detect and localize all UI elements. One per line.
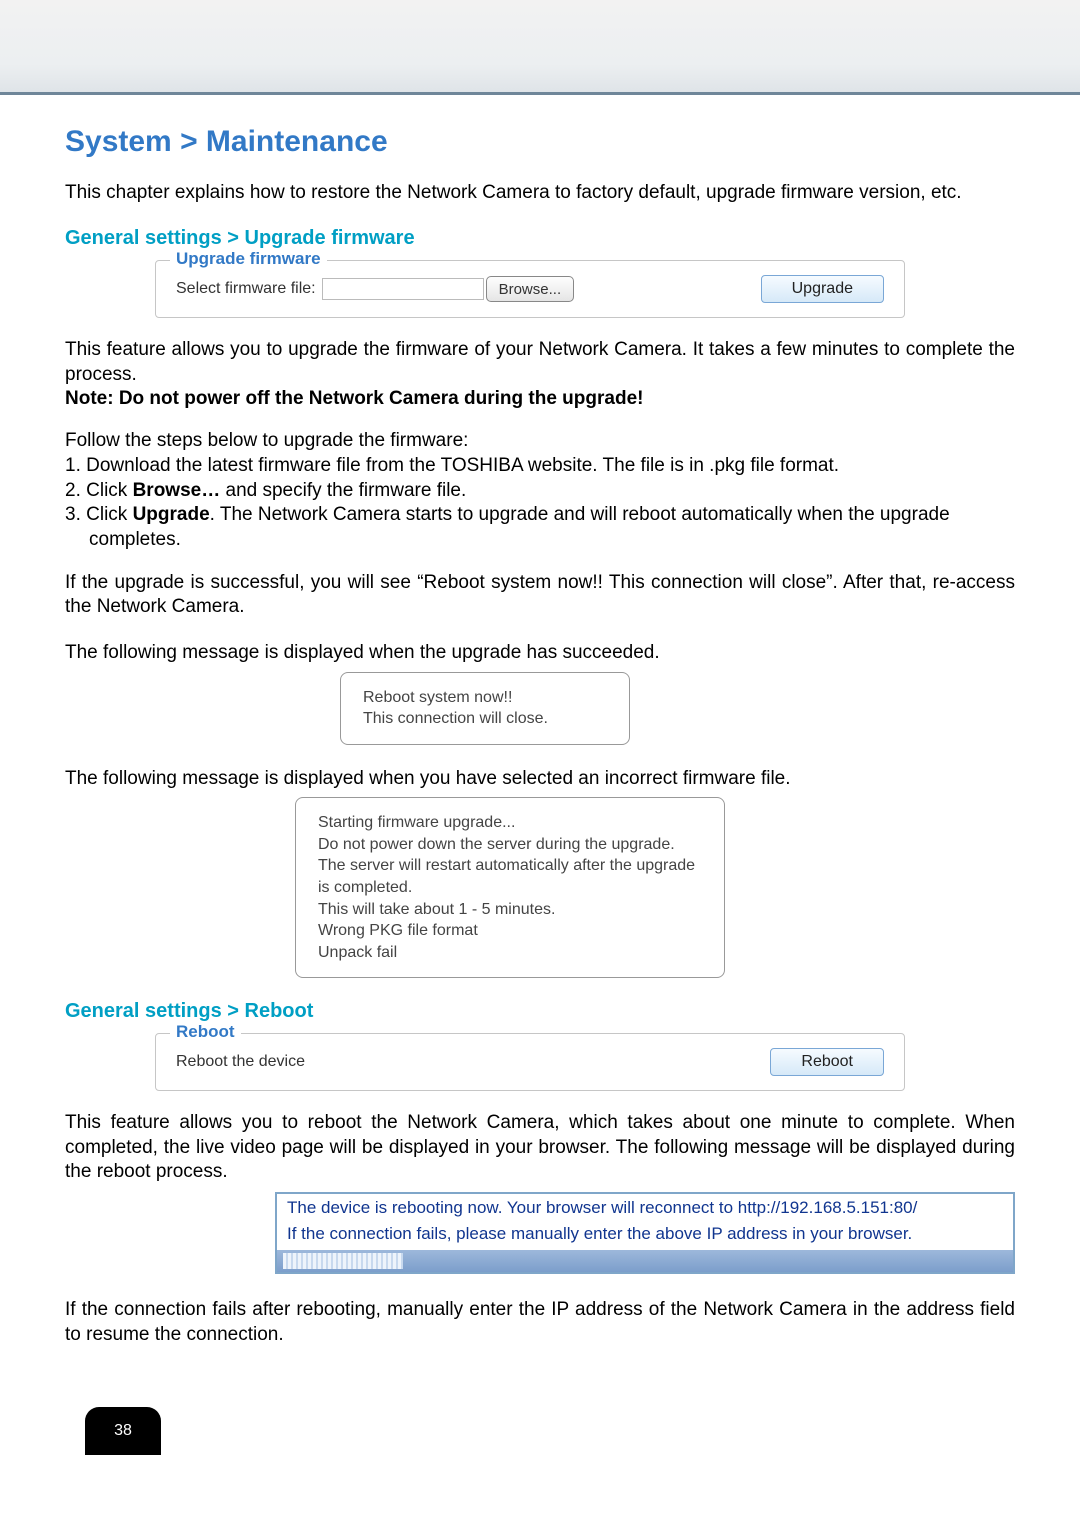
reboot-label: Reboot the device (176, 1053, 305, 1071)
upgrade-steps: Follow the steps below to upgrade the fi… (65, 429, 1015, 552)
wrong-l2: Do not power down the server during the … (318, 834, 702, 856)
succeeded-msgbox: Reboot system now!! This connection will… (340, 672, 630, 745)
step-3: 3. Click Upgrade. The Network Camera sta… (65, 503, 1015, 528)
succeeded-l1: Reboot system now!! (363, 687, 607, 709)
section-head-reboot: General settings > Reboot (65, 1000, 1015, 1023)
step-3-c: . The Network Camera starts to upgrade a… (210, 504, 950, 525)
upgrade-row: Select firmware file: Browse... Upgrade (176, 275, 884, 303)
wrong-msgbox: Starting firmware upgrade... Do not powe… (295, 797, 725, 978)
firmware-file-input[interactable] (322, 278, 484, 300)
wrong-l6: Unpack fail (318, 942, 702, 964)
upgrade-note: Note: Do not power off the Network Camer… (65, 387, 1015, 411)
step-2-a: 2. Click (65, 480, 133, 501)
wrong-l3: The server will restart automatically af… (318, 855, 702, 898)
step-3-a: 3. Click (65, 504, 133, 525)
reboot-button[interactable]: Reboot (770, 1048, 884, 1076)
blue-l1: The device is rebooting now. Your browse… (277, 1194, 1013, 1220)
reboot-fieldset: Reboot Reboot the device Reboot (155, 1033, 905, 1091)
wrong-intro: The following message is displayed when … (65, 767, 1015, 791)
upgrade-desc: This feature allows you to upgrade the f… (65, 338, 1015, 387)
steps-intro: Follow the steps below to upgrade the fi… (65, 429, 1015, 454)
upgrade-legend: Upgrade firmware (170, 249, 327, 269)
reboot-progress-bar (277, 1250, 1013, 1272)
page-title: System > Maintenance (65, 125, 1015, 159)
succeeded-l2: This connection will close. (363, 708, 607, 730)
select-file-label: Select firmware file: (176, 280, 316, 298)
upgrade-after: If the upgrade is successful, you will s… (65, 571, 1015, 620)
browse-button[interactable]: Browse... (486, 276, 575, 302)
step-2: 2. Click Browse… and specify the firmwar… (65, 479, 1015, 504)
upgrade-fieldset: Upgrade firmware Select firmware file: B… (155, 260, 905, 318)
reboot-desc: This feature allows you to reboot the Ne… (65, 1111, 1015, 1184)
upgrade-button[interactable]: Upgrade (761, 275, 884, 303)
page-footer: 38 (65, 1407, 1015, 1455)
blue-l2: If the connection fails, please manually… (277, 1220, 1013, 1246)
reboot-bluebox: The device is rebooting now. Your browse… (275, 1192, 1015, 1274)
step-3-b: Upgrade (133, 504, 210, 525)
wrong-l1: Starting firmware upgrade... (318, 812, 702, 834)
succeeded-intro: The following message is displayed when … (65, 641, 1015, 665)
intro-paragraph: This chapter explains how to restore the… (65, 181, 1015, 205)
step-2-c: and specify the firmware file. (220, 480, 466, 501)
reboot-legend: Reboot (170, 1022, 241, 1042)
page-content: System > Maintenance This chapter explai… (0, 95, 1080, 1495)
reboot-after: If the connection fails after rebooting,… (65, 1298, 1015, 1347)
step-3-cont: completes. (65, 528, 1015, 553)
page-number: 38 (85, 1407, 161, 1455)
step-2-b: Browse… (133, 480, 221, 501)
wrong-l5: Wrong PKG file format (318, 920, 702, 942)
wrong-l4: This will take about 1 - 5 minutes. (318, 899, 702, 921)
section-head-upgrade: General settings > Upgrade firmware (65, 227, 1015, 250)
header-bar (0, 0, 1080, 95)
step-1: 1. Download the latest firmware file fro… (65, 454, 1015, 479)
reboot-row: Reboot the device Reboot (176, 1048, 884, 1076)
